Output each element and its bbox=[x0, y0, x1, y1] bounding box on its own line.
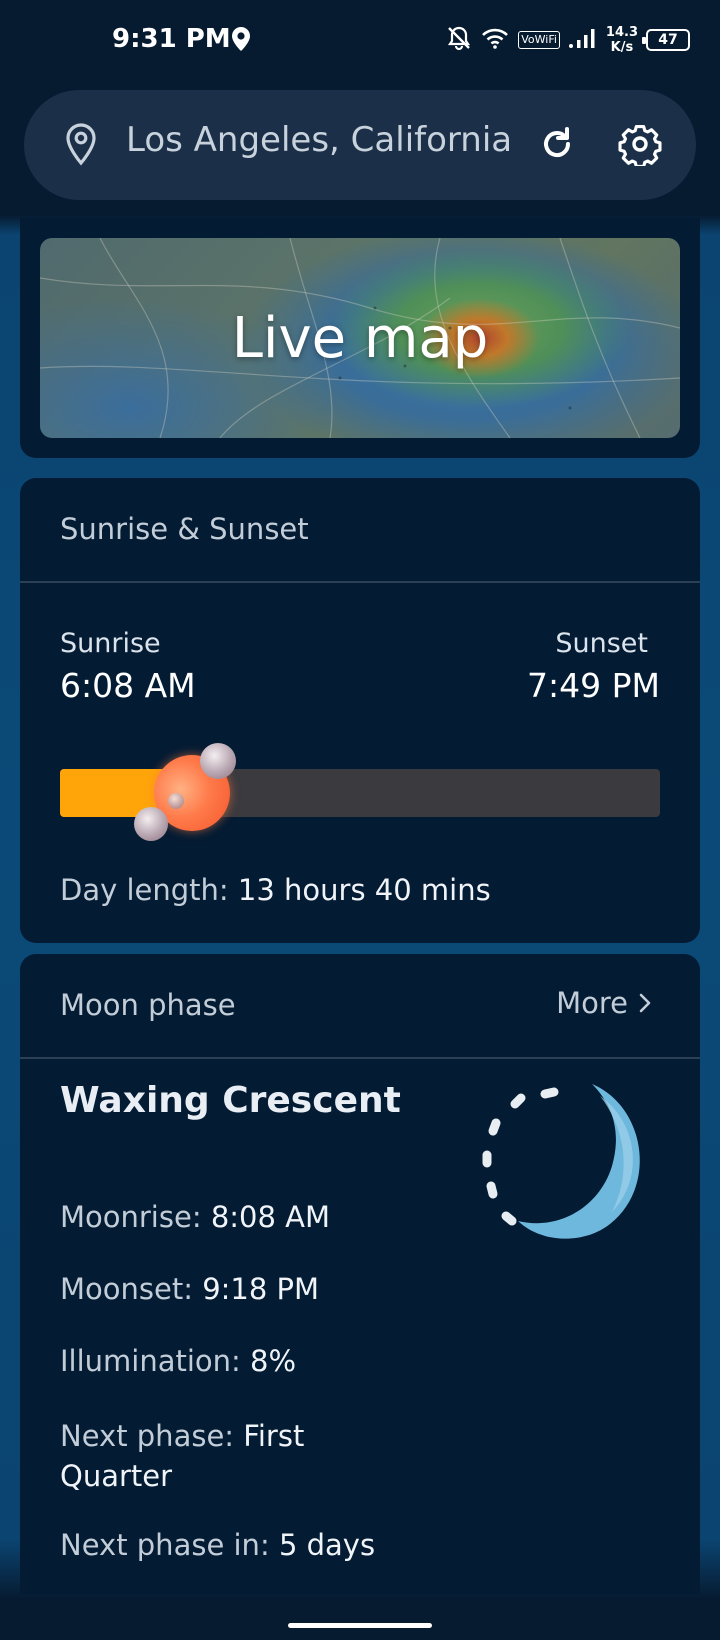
crescent-moon-icon bbox=[482, 1084, 640, 1239]
moonrise-value: 8:08 AM bbox=[210, 1200, 331, 1234]
more-link[interactable]: More bbox=[556, 986, 652, 1020]
day-length: Day length: 13 hours 40 mins bbox=[60, 873, 491, 907]
next-phase-in: Next phase in: 5 days bbox=[60, 1528, 375, 1562]
sunset-time: 7:49 PM bbox=[527, 666, 660, 705]
sunrise-sunset-card: Sunrise & Sunset Sunrise 6:08 AM Sunset … bbox=[20, 478, 700, 943]
phase-name: Waxing Crescent bbox=[60, 1080, 401, 1121]
day-progress-bar bbox=[60, 743, 660, 841]
settings-gear-icon[interactable] bbox=[618, 122, 662, 170]
home-indicator[interactable] bbox=[288, 1623, 432, 1628]
status-bar: 9:31 PM VoWiFi 14.3 K/s 47 bbox=[0, 0, 720, 80]
moonset-label: Moonset: bbox=[60, 1272, 193, 1306]
status-icons: VoWiFi 14.3 K/s 47 bbox=[446, 20, 690, 60]
sunrise-label: Sunrise bbox=[60, 628, 161, 659]
sunset-label: Sunset bbox=[555, 628, 648, 659]
live-map-preview[interactable]: Live map bbox=[40, 238, 680, 438]
sun-bubble-icon bbox=[134, 807, 168, 841]
bell-off-icon bbox=[446, 25, 472, 55]
divider bbox=[20, 581, 700, 583]
chevron-right-icon bbox=[639, 993, 651, 1013]
status-time: 9:31 PM bbox=[112, 24, 231, 54]
network-speed-unit: K/s bbox=[610, 40, 634, 55]
network-speed: 14.3 K/s bbox=[606, 25, 638, 55]
more-label: More bbox=[556, 986, 628, 1020]
moonset: Moonset: 9:18 PM bbox=[60, 1272, 319, 1306]
sunrise-time: 6:08 AM bbox=[60, 666, 196, 705]
moon-card-title: Moon phase bbox=[60, 988, 236, 1022]
divider bbox=[20, 1057, 700, 1059]
moonrise-label: Moonrise: bbox=[60, 1200, 202, 1234]
network-speed-value: 14.3 bbox=[605, 25, 638, 40]
moonset-value: 9:18 PM bbox=[202, 1272, 320, 1306]
location-pin-icon bbox=[64, 122, 98, 170]
refresh-icon[interactable] bbox=[537, 124, 577, 168]
illumination-label: Illumination: bbox=[60, 1344, 241, 1378]
vowifi-badge: VoWiFi bbox=[518, 31, 560, 49]
signal-icon bbox=[568, 27, 598, 53]
wifi-icon bbox=[480, 26, 510, 54]
live-map-label: Live map bbox=[231, 306, 489, 371]
sun-bubble-icon bbox=[168, 793, 184, 809]
sun-card-title: Sunrise & Sunset bbox=[60, 512, 309, 546]
next-phase-in-label: Next phase in: bbox=[60, 1528, 270, 1562]
next-phase-in-value: 5 days bbox=[278, 1528, 376, 1562]
day-length-value: 13 hours 40 mins bbox=[237, 873, 491, 907]
sun-bubble-icon bbox=[200, 743, 236, 779]
moon-phase-card: Moon phase More Waxing Crescent Moonrise… bbox=[20, 954, 700, 1594]
next-phase-value-continued: Quarter bbox=[60, 1459, 173, 1493]
next-phase-value: First bbox=[243, 1419, 305, 1453]
location-text[interactable]: Los Angeles, California bbox=[126, 120, 526, 160]
location-search-bar[interactable]: Los Angeles, California bbox=[24, 90, 696, 200]
moonrise: Moonrise: 8:08 AM bbox=[60, 1200, 330, 1234]
location-icon bbox=[230, 26, 252, 56]
next-phase: Next phase: First Quarter bbox=[60, 1416, 304, 1496]
illumination: Illumination: 8% bbox=[60, 1344, 296, 1378]
battery-icon: 47 bbox=[642, 29, 690, 51]
day-length-label: Day length: bbox=[60, 873, 229, 907]
next-phase-label: Next phase: bbox=[60, 1419, 235, 1453]
battery-level: 47 bbox=[658, 32, 678, 48]
illumination-value: 8% bbox=[250, 1344, 297, 1378]
live-map-card[interactable]: Live map bbox=[20, 218, 700, 458]
